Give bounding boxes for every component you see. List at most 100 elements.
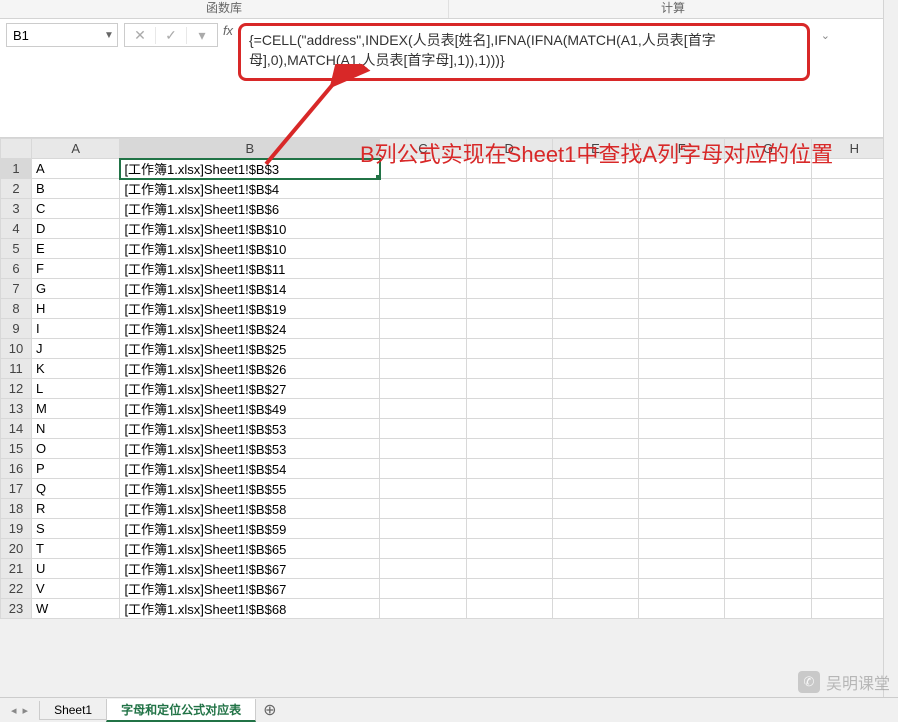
cell[interactable] <box>466 359 552 379</box>
cell[interactable]: [工作簿1.xlsx]Sheet1!$B$53 <box>120 439 380 459</box>
sheet-tab-sheet1[interactable]: Sheet1 <box>39 701 107 720</box>
row-header[interactable]: 5 <box>1 239 32 259</box>
cell[interactable] <box>466 439 552 459</box>
cell[interactable]: V <box>31 579 119 599</box>
cell[interactable] <box>552 399 638 419</box>
cell[interactable] <box>725 199 811 219</box>
cell[interactable] <box>380 519 466 539</box>
cell[interactable]: [工作簿1.xlsx]Sheet1!$B$25 <box>120 339 380 359</box>
cell[interactable] <box>466 239 552 259</box>
row-header[interactable]: 18 <box>1 499 32 519</box>
sheet-tab-letters[interactable]: 字母和定位公式对应表 <box>106 699 256 722</box>
cell[interactable] <box>552 379 638 399</box>
cell[interactable] <box>552 219 638 239</box>
cell[interactable]: [工作簿1.xlsx]Sheet1!$B$19 <box>120 299 380 319</box>
row-header[interactable]: 21 <box>1 559 32 579</box>
cell[interactable]: [工作簿1.xlsx]Sheet1!$B$49 <box>120 399 380 419</box>
cell[interactable]: [工作簿1.xlsx]Sheet1!$B$14 <box>120 279 380 299</box>
cell[interactable]: [工作簿1.xlsx]Sheet1!$B$67 <box>120 559 380 579</box>
cell[interactable]: [工作簿1.xlsx]Sheet1!$B$10 <box>120 239 380 259</box>
cell[interactable] <box>552 359 638 379</box>
cell[interactable] <box>380 199 466 219</box>
cell[interactable] <box>725 259 811 279</box>
cell[interactable] <box>639 359 725 379</box>
cell[interactable]: G <box>31 279 119 299</box>
cell[interactable]: M <box>31 399 119 419</box>
cell[interactable] <box>552 519 638 539</box>
cell[interactable] <box>552 419 638 439</box>
cell[interactable]: R <box>31 499 119 519</box>
row-header[interactable]: 1 <box>1 159 32 179</box>
cell[interactable] <box>725 599 811 619</box>
cell[interactable] <box>552 579 638 599</box>
tab-nav[interactable]: ◂ ▸ <box>0 704 39 717</box>
vertical-scrollbar[interactable] <box>883 0 898 722</box>
cell[interactable]: [工作簿1.xlsx]Sheet1!$B$11 <box>120 259 380 279</box>
cell[interactable] <box>466 539 552 559</box>
row-header[interactable]: 6 <box>1 259 32 279</box>
spreadsheet-grid[interactable]: B列公式实现在Sheet1中查找A列字母对应的位置 ABCDEFGH 1A[工作… <box>0 138 898 619</box>
cell[interactable] <box>725 499 811 519</box>
row-header[interactable]: 4 <box>1 219 32 239</box>
cell[interactable] <box>380 499 466 519</box>
cell[interactable] <box>725 299 811 319</box>
cell[interactable]: [工作簿1.xlsx]Sheet1!$B$4 <box>120 179 380 199</box>
cell[interactable]: H <box>31 299 119 319</box>
cell[interactable] <box>380 459 466 479</box>
row-header[interactable]: 20 <box>1 539 32 559</box>
cell[interactable] <box>639 279 725 299</box>
cell[interactable] <box>466 219 552 239</box>
cell[interactable] <box>552 499 638 519</box>
cell[interactable] <box>380 359 466 379</box>
cell[interactable]: [工作簿1.xlsx]Sheet1!$B$24 <box>120 319 380 339</box>
cell[interactable] <box>725 339 811 359</box>
name-box[interactable]: B1 ▼ <box>6 23 118 47</box>
cell[interactable] <box>466 599 552 619</box>
cell[interactable]: [工作簿1.xlsx]Sheet1!$B$67 <box>120 579 380 599</box>
add-sheet-icon[interactable]: ⊕ <box>255 700 284 720</box>
cell[interactable] <box>639 539 725 559</box>
cell[interactable] <box>552 479 638 499</box>
cell[interactable] <box>725 359 811 379</box>
cell[interactable]: O <box>31 439 119 459</box>
cell[interactable] <box>380 239 466 259</box>
cell[interactable] <box>380 599 466 619</box>
confirm-formula-icon[interactable]: ✓ <box>156 27 187 44</box>
row-header[interactable]: 10 <box>1 339 32 359</box>
cell[interactable]: Q <box>31 479 119 499</box>
cell[interactable]: T <box>31 539 119 559</box>
cell[interactable] <box>725 279 811 299</box>
cell[interactable] <box>466 339 552 359</box>
cell[interactable] <box>725 239 811 259</box>
cell[interactable]: I <box>31 319 119 339</box>
cell[interactable]: U <box>31 559 119 579</box>
cell[interactable] <box>725 399 811 419</box>
cell[interactable] <box>725 439 811 459</box>
grid-table[interactable]: ABCDEFGH 1A[工作簿1.xlsx]Sheet1!$B$32B[工作簿1… <box>0 138 898 619</box>
cell[interactable]: J <box>31 339 119 359</box>
tab-prev-icon[interactable]: ◂ <box>11 704 17 717</box>
cell[interactable]: [工作簿1.xlsx]Sheet1!$B$54 <box>120 459 380 479</box>
cell[interactable] <box>380 379 466 399</box>
cell[interactable] <box>466 319 552 339</box>
cell[interactable] <box>552 259 638 279</box>
cell[interactable] <box>552 459 638 479</box>
cell[interactable] <box>639 459 725 479</box>
name-box-dropdown-icon[interactable]: ▼ <box>101 30 117 41</box>
cell[interactable] <box>380 299 466 319</box>
cell[interactable] <box>725 579 811 599</box>
row-header[interactable]: 9 <box>1 319 32 339</box>
cell[interactable] <box>639 399 725 419</box>
cell[interactable] <box>639 179 725 199</box>
cell[interactable] <box>725 179 811 199</box>
cell[interactable]: [工作簿1.xlsx]Sheet1!$B$55 <box>120 479 380 499</box>
cell[interactable] <box>380 339 466 359</box>
cell[interactable] <box>552 199 638 219</box>
cell[interactable] <box>639 499 725 519</box>
cell[interactable] <box>380 279 466 299</box>
cell[interactable] <box>639 519 725 539</box>
cell[interactable] <box>725 559 811 579</box>
cell[interactable] <box>552 539 638 559</box>
cell[interactable]: P <box>31 459 119 479</box>
cell[interactable] <box>466 499 552 519</box>
